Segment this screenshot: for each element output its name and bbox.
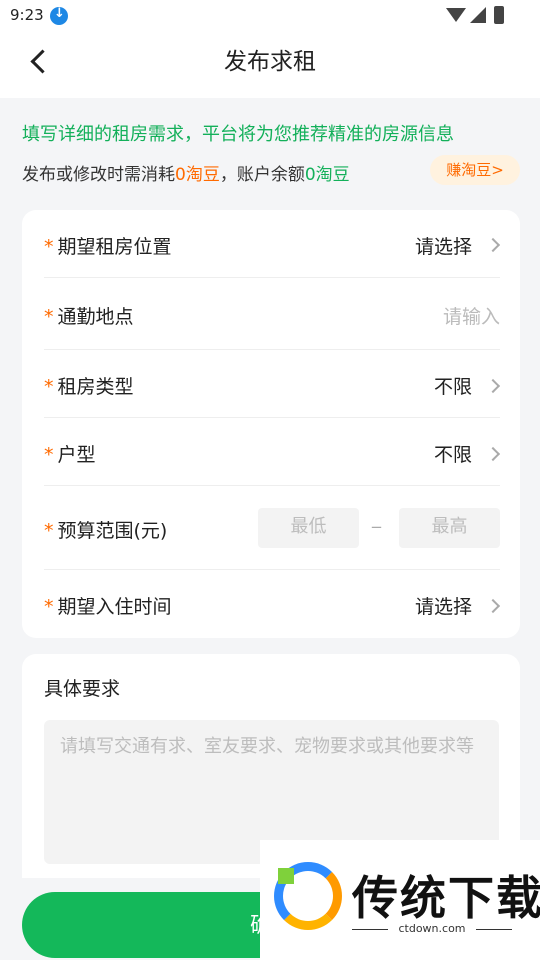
chevron-right-icon	[485, 378, 501, 394]
watermark-pixel-icon	[278, 868, 294, 884]
earn-beans-button[interactable]: 赚淘豆>	[430, 155, 520, 185]
layout-value: 不限	[433, 444, 472, 466]
row-location[interactable]: * 期望租房位置 请选择	[44, 210, 501, 278]
row-label: * 通勤地点	[44, 306, 134, 328]
battery-icon	[494, 6, 504, 24]
requirements-title: 具体要求	[44, 678, 121, 700]
signal-icon	[470, 7, 486, 23]
move-in-value: 请选择	[414, 596, 472, 618]
cost-prefix: 发布或修改时需消耗	[22, 165, 175, 185]
status-bar: 9:23	[0, 0, 540, 32]
row-move-in[interactable]: * 期望入住时间 请选择	[44, 570, 501, 638]
budget-separator: _	[372, 508, 381, 529]
row-commute: * 通勤地点 请输入	[44, 278, 500, 350]
wifi-icon	[446, 8, 466, 22]
commute-input[interactable]: 请输入	[443, 302, 500, 329]
row-label: * 租房类型	[44, 376, 134, 398]
row-label: * 期望入住时间	[44, 596, 172, 618]
status-time: 9:23	[10, 6, 44, 24]
row-rent-type[interactable]: * 租房类型 不限	[44, 350, 501, 418]
location-value: 请选择	[414, 236, 472, 258]
rent-form-card: * 期望租房位置 请选择 * 通勤地点 请输入 * 租房类型 不限 * 户型 不限 * 预…	[22, 210, 520, 638]
chevron-right-icon	[485, 598, 501, 614]
row-budget: * 预算范围(元) 最低 _ 最高	[44, 486, 500, 570]
row-layout[interactable]: * 户型 不限	[44, 418, 501, 486]
watermark: 传统下载 ctdown.com	[260, 840, 540, 960]
watermark-text: 传统下载	[352, 871, 540, 925]
download-icon	[50, 6, 68, 25]
balance-prefix: ，账户余额	[219, 165, 305, 185]
page-title: 发布求租	[224, 49, 316, 75]
rent-type-value: 不限	[433, 376, 472, 398]
row-label: * 预算范围(元)	[44, 520, 168, 542]
budget-min-input[interactable]: 最低	[258, 508, 359, 548]
row-label: * 户型	[44, 444, 96, 466]
chevron-right-icon	[485, 237, 501, 253]
nav-bar: 发布求租	[0, 32, 540, 98]
budget-max-input[interactable]: 最高	[399, 508, 500, 548]
notice-section: 填写详细的租房需求，平台将为您推荐精准的房源信息 发布或修改时需消耗0淘豆，账户…	[0, 98, 540, 202]
cost-amount: 0淘豆	[175, 165, 220, 185]
notice-headline: 填写详细的租房需求，平台将为您推荐精准的房源信息	[22, 124, 454, 145]
balance-amount: 0淘豆	[304, 165, 350, 185]
chevron-right-icon	[485, 446, 501, 462]
row-label: * 期望租房位置	[44, 236, 172, 258]
watermark-url: ctdown.com	[352, 922, 512, 935]
notice-cost-line: 发布或修改时需消耗0淘豆，账户余额0淘豆	[22, 160, 350, 185]
